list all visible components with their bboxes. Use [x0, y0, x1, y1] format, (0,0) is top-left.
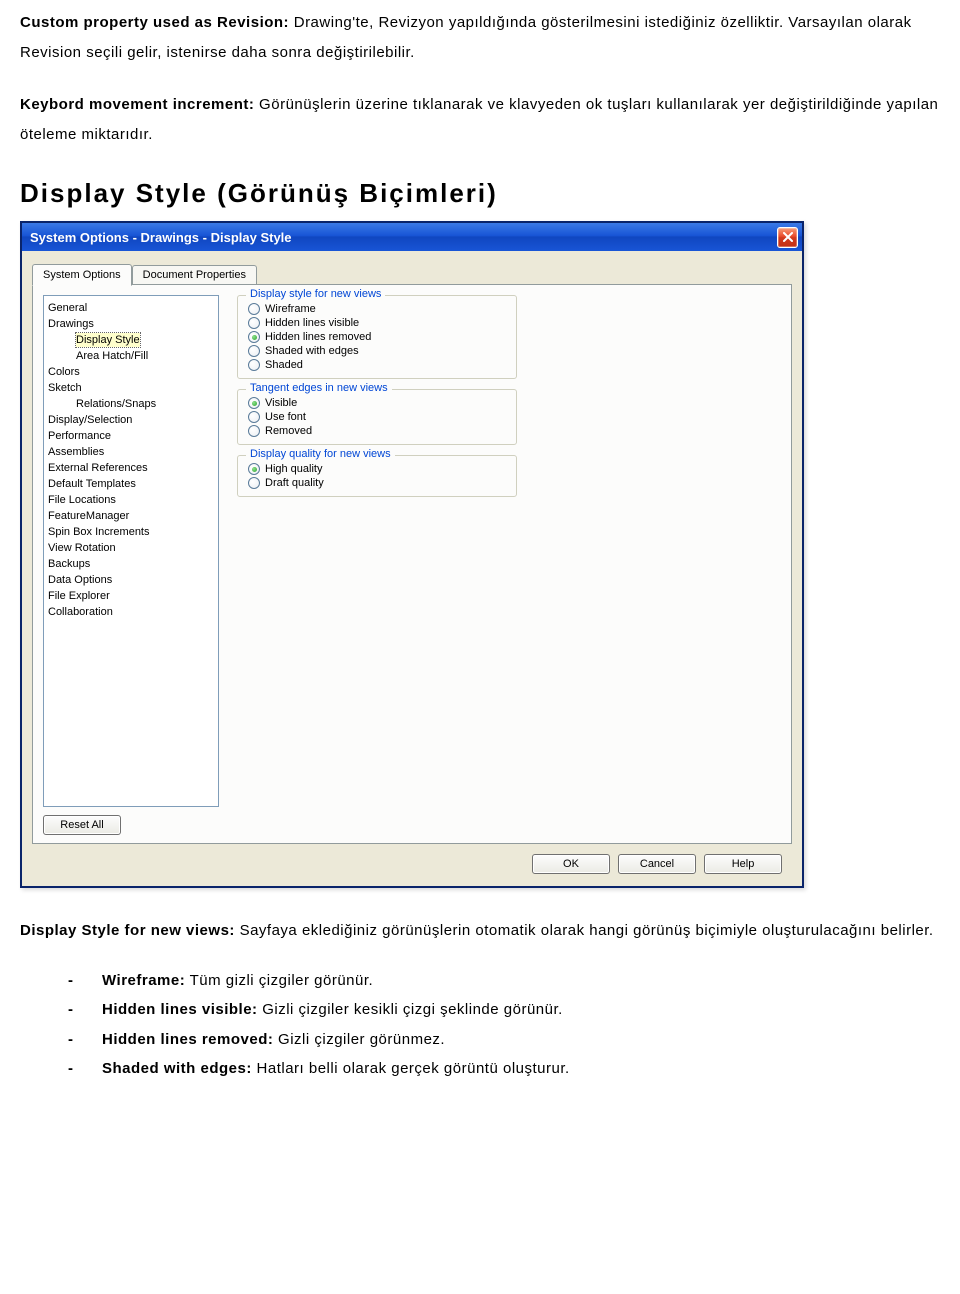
tree-item-drawings[interactable]: Drawings — [46, 316, 216, 332]
radio-icon — [248, 411, 260, 423]
tree-item-external-references[interactable]: External References — [46, 460, 216, 476]
options-right-pane: Display style for new views Wireframe Hi… — [219, 285, 791, 843]
bullet-list: - Wireframe: Tüm gizli çizgiler görünür.… — [20, 966, 940, 1083]
dialog-system-options: System Options - Drawings - Display Styl… — [20, 221, 804, 888]
section-heading: Display Style (Görünüş Biçimleri) — [20, 178, 940, 209]
radio-icon — [248, 359, 260, 371]
tree-item-colors[interactable]: Colors — [46, 364, 216, 380]
group-display-quality: Display quality for new views High quali… — [237, 455, 517, 497]
group-display-style-label: Display style for new views — [246, 288, 385, 300]
dialog-titlebar[interactable]: System Options - Drawings - Display Styl… — [22, 223, 802, 251]
ok-button[interactable]: OK — [532, 854, 610, 874]
tree-item-assemblies[interactable]: Assemblies — [46, 444, 216, 460]
radio-hidden-lines-removed[interactable]: Hidden lines removed — [248, 330, 506, 344]
tree-item-performance[interactable]: Performance — [46, 428, 216, 444]
paragraph-display-style-for-new-views: Display Style for new views: Sayfaya ekl… — [20, 916, 940, 946]
bullet-hidden-lines-visible: - Hidden lines visible: Gizli çizgiler k… — [68, 995, 940, 1024]
paragraph-custom-property: Custom property used as Revision: Drawin… — [20, 8, 940, 68]
dialog-button-row: OK Cancel Help — [32, 844, 792, 874]
para1-lead: Custom property used as Revision: — [20, 14, 289, 31]
bullet-shaded-with-edges: - Shaded with edges: Hatları belli olara… — [68, 1054, 940, 1083]
tree-item-general[interactable]: General — [46, 300, 216, 316]
tab-system-options[interactable]: System Options — [32, 264, 132, 286]
tree-item-data-options[interactable]: Data Options — [46, 572, 216, 588]
radio-draft-quality[interactable]: Draft quality — [248, 476, 506, 490]
paragraph-keyboard-increment: Keybord movement increment: Görünüşlerin… — [20, 90, 940, 150]
radio-icon — [248, 397, 260, 409]
reset-all-button[interactable]: Reset All — [43, 815, 121, 835]
tree-item-sketch[interactable]: Sketch — [46, 380, 216, 396]
radio-wireframe[interactable]: Wireframe — [248, 302, 506, 316]
dialog-title: System Options - Drawings - Display Styl… — [30, 230, 292, 245]
close-icon — [783, 232, 793, 242]
tree-item-area-hatch-fill[interactable]: Area Hatch/Fill — [46, 348, 216, 364]
group-display-style: Display style for new views Wireframe Hi… — [237, 295, 517, 379]
tree-item-collaboration[interactable]: Collaboration — [46, 604, 216, 620]
tree-item-display-selection[interactable]: Display/Selection — [46, 412, 216, 428]
para2-lead: Keybord movement increment: — [20, 96, 254, 113]
help-button[interactable]: Help — [704, 854, 782, 874]
radio-shaded-with-edges[interactable]: Shaded with edges — [248, 344, 506, 358]
tab-panel: General Drawings Display Style Area Hatc… — [32, 284, 792, 844]
radio-removed[interactable]: Removed — [248, 424, 506, 438]
below-rest: Sayfaya eklediğiniz görünüşlerin otomati… — [235, 922, 934, 939]
close-button[interactable] — [777, 227, 798, 248]
radio-hidden-lines-visible[interactable]: Hidden lines visible — [248, 316, 506, 330]
tree-item-file-explorer[interactable]: File Explorer — [46, 588, 216, 604]
radio-icon — [248, 477, 260, 489]
bullet-wireframe: - Wireframe: Tüm gizli çizgiler görünür. — [68, 966, 940, 995]
radio-high-quality[interactable]: High quality — [248, 462, 506, 476]
options-tree[interactable]: General Drawings Display Style Area Hatc… — [43, 295, 219, 807]
radio-icon — [248, 331, 260, 343]
radio-icon — [248, 463, 260, 475]
group-display-quality-label: Display quality for new views — [246, 448, 395, 460]
tab-row: System Options Document Properties — [32, 261, 792, 285]
group-tangent-edges: Tangent edges in new views Visible Use f… — [237, 389, 517, 445]
below-lead: Display Style for new views: — [20, 922, 235, 939]
radio-icon — [248, 345, 260, 357]
tree-item-file-locations[interactable]: File Locations — [46, 492, 216, 508]
tree-item-view-rotation[interactable]: View Rotation — [46, 540, 216, 556]
tree-item-featuremanager[interactable]: FeatureManager — [46, 508, 216, 524]
radio-shaded[interactable]: Shaded — [248, 358, 506, 372]
tree-item-relations-snaps[interactable]: Relations/Snaps — [46, 396, 216, 412]
cancel-button[interactable]: Cancel — [618, 854, 696, 874]
radio-use-font[interactable]: Use font — [248, 410, 506, 424]
tree-item-backups[interactable]: Backups — [46, 556, 216, 572]
tab-document-properties[interactable]: Document Properties — [132, 265, 257, 285]
tree-item-default-templates[interactable]: Default Templates — [46, 476, 216, 492]
radio-icon — [248, 303, 260, 315]
radio-icon — [248, 425, 260, 437]
tree-item-spin-box-increments[interactable]: Spin Box Increments — [46, 524, 216, 540]
radio-icon — [248, 317, 260, 329]
group-tangent-edges-label: Tangent edges in new views — [246, 382, 392, 394]
tree-item-display-style[interactable]: Display Style — [46, 332, 216, 348]
radio-visible[interactable]: Visible — [248, 396, 506, 410]
bullet-hidden-lines-removed: - Hidden lines removed: Gizli çizgiler g… — [68, 1025, 940, 1054]
